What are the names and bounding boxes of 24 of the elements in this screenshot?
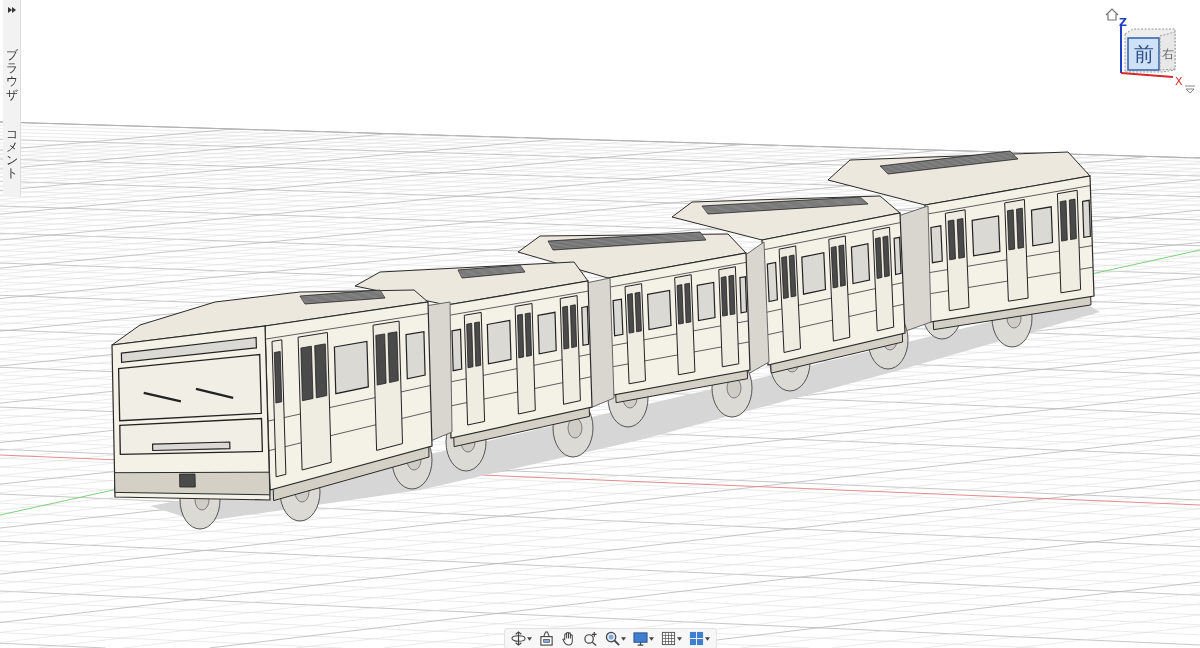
z-axis-label: Z bbox=[1119, 16, 1127, 29]
grid-settings-button[interactable] bbox=[659, 630, 684, 647]
orbit-icon bbox=[511, 631, 526, 646]
zoom-button[interactable] bbox=[603, 630, 628, 647]
look-at-button[interactable] bbox=[537, 630, 556, 647]
home-icon[interactable] bbox=[1105, 8, 1119, 21]
view-cube[interactable]: 前 右 bbox=[1124, 28, 1176, 73]
viewports-button[interactable] bbox=[687, 630, 712, 647]
orbit-button[interactable] bbox=[509, 630, 534, 647]
expand-icon[interactable] bbox=[7, 7, 16, 13]
zoom-icon bbox=[605, 631, 620, 646]
caret-icon[interactable] bbox=[1184, 85, 1196, 94]
side-panel-tab[interactable]: コメント bbox=[5, 127, 18, 181]
monitor-icon bbox=[633, 631, 648, 646]
side-panel-tab[interactable]: ブラウザ bbox=[5, 49, 18, 102]
front-face[interactable]: 前 bbox=[1127, 37, 1160, 71]
x-axis-line bbox=[1120, 72, 1174, 78]
viewports-icon bbox=[689, 631, 704, 646]
zoom-window-button[interactable] bbox=[581, 630, 600, 647]
zoom-window-icon bbox=[583, 631, 598, 646]
x-axis-label: X bbox=[1175, 75, 1183, 88]
right-face[interactable]: 右 bbox=[1159, 31, 1176, 71]
display-settings-button[interactable] bbox=[631, 630, 656, 647]
z-axis-line bbox=[1120, 25, 1122, 74]
